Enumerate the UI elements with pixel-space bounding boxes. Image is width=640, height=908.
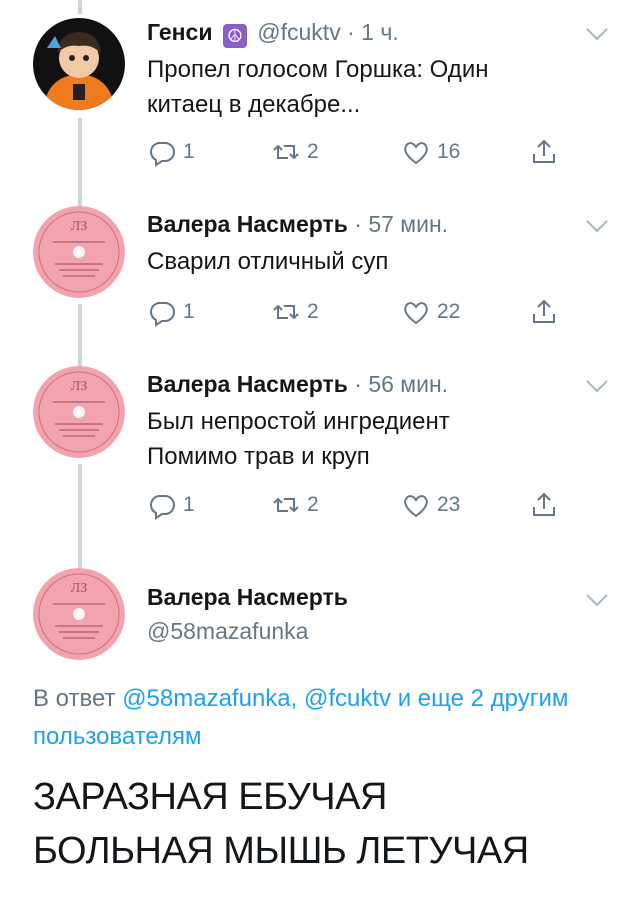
retweet-button[interactable]: 2 xyxy=(271,294,319,330)
like-count: 16 xyxy=(437,140,461,163)
tweet-time[interactable]: · 1 ч. xyxy=(347,19,399,45)
like-icon xyxy=(404,302,428,325)
avatar[interactable]: ЛЗ xyxy=(33,206,125,298)
avatar-cartoon-image xyxy=(33,18,125,110)
thread-line-2 xyxy=(78,304,82,366)
author-name[interactable]: Валера Насмерть xyxy=(147,584,348,610)
retweet-button[interactable]: 2 xyxy=(271,487,319,523)
chevron-down-icon[interactable] xyxy=(584,26,610,42)
author-handle[interactable]: @fcuktv xyxy=(257,19,340,45)
tweet-text-line: Сварил отличный суп xyxy=(147,248,389,275)
reply-context: В ответ @58mazafunka, @fcuktv и еще 2 др… xyxy=(33,680,613,756)
tweet-text-line: китаец в декабре... xyxy=(147,91,361,118)
tweet-time[interactable]: · 56 мин. xyxy=(354,371,448,397)
focused-text-line: ЗАРАЗНАЯ ЕБУЧАЯ xyxy=(33,776,387,818)
tweet-header: Валера Насмерть xyxy=(147,584,348,611)
like-icon xyxy=(404,495,428,518)
retweet-count: 2 xyxy=(307,493,319,516)
reply-button[interactable]: 1 xyxy=(147,134,195,170)
share-button[interactable] xyxy=(529,134,565,170)
reply-icon xyxy=(150,495,175,520)
tweet-header: Валера Насмерть · 56 мин. xyxy=(147,371,448,398)
chevron-down-icon[interactable] xyxy=(584,592,610,608)
thread-line-3 xyxy=(78,464,82,568)
reply-count: 1 xyxy=(183,300,195,323)
chevron-down-icon[interactable] xyxy=(584,218,610,234)
retweet-button[interactable]: 2 xyxy=(271,134,319,170)
like-button[interactable]: 23 xyxy=(401,487,460,523)
tweet-text: Сварил отличный суп xyxy=(147,244,388,279)
share-button[interactable] xyxy=(529,487,565,523)
author-name[interactable]: Валера Насмерть xyxy=(147,371,348,397)
author-name[interactable]: Валера Насмерть xyxy=(147,211,348,237)
retweet-icon xyxy=(273,144,299,160)
reply-icon xyxy=(150,142,175,167)
svg-text:ЛЗ: ЛЗ xyxy=(71,379,88,394)
share-icon xyxy=(533,139,555,163)
tweet-actions: 1 2 23 xyxy=(147,487,577,523)
tweet-header: Генси ☮ @fcuktv · 1 ч. xyxy=(147,19,399,48)
reply-count: 1 xyxy=(183,493,195,516)
tweet-header: Валера Насмерть · 57 мин. xyxy=(147,211,448,238)
chevron-down-icon[interactable] xyxy=(584,378,610,394)
like-count: 23 xyxy=(437,493,461,516)
retweet-icon xyxy=(273,497,299,513)
reply-icon xyxy=(150,302,175,327)
retweet-count: 2 xyxy=(307,140,319,163)
share-icon xyxy=(533,492,555,516)
avatar-record-label-image: ЛЗ xyxy=(33,568,125,660)
avatar[interactable] xyxy=(33,18,125,110)
like-button[interactable]: 16 xyxy=(401,134,460,170)
like-count: 22 xyxy=(437,300,461,323)
author-handle[interactable]: @58mazafunka xyxy=(147,618,308,645)
svg-text:ЛЗ: ЛЗ xyxy=(71,581,88,596)
tweet-text: Был непростой ингредиент Помимо трав и к… xyxy=(147,404,450,474)
tweet-text-line: Пропел голосом Горшка: Один xyxy=(147,56,489,83)
tweet-actions: 1 2 22 xyxy=(147,294,577,330)
retweet-count: 2 xyxy=(307,300,319,323)
reply-prefix: В ответ xyxy=(33,685,116,712)
avatar-record-label-image: ЛЗ xyxy=(33,366,125,458)
share-button[interactable] xyxy=(529,294,565,330)
tweet-text-line: Был непростой ингредиент xyxy=(147,408,450,435)
reply-mentions-link[interactable]: @58mazafunka, @fcuktv xyxy=(122,685,391,712)
avatar[interactable]: ЛЗ xyxy=(33,366,125,458)
like-button[interactable]: 22 xyxy=(401,294,460,330)
tweet-text-line: Помимо трав и круп xyxy=(147,443,370,470)
reply-button[interactable]: 1 xyxy=(147,294,195,330)
share-icon xyxy=(533,299,555,323)
focused-tweet-text: ЗАРАЗНАЯ ЕБУЧАЯ БОЛЬНАЯ МЫШЬ ЛЕТУЧАЯ xyxy=(33,770,623,878)
tweet-time[interactable]: · 57 мин. xyxy=(354,211,448,237)
thread-line-top xyxy=(78,0,82,14)
like-icon xyxy=(404,142,428,165)
reply-button[interactable]: 1 xyxy=(147,487,195,523)
thread-line-1 xyxy=(78,118,82,206)
peace-icon: ☮ xyxy=(222,24,247,48)
reply-count: 1 xyxy=(183,140,195,163)
tweet-actions: 1 2 16 xyxy=(147,134,577,170)
focused-text-line: БОЛЬНАЯ МЫШЬ ЛЕТУЧАЯ xyxy=(33,830,529,872)
avatar-record-label-image: ЛЗ xyxy=(33,206,125,298)
avatar[interactable]: ЛЗ xyxy=(33,568,125,660)
author-name[interactable]: Генси xyxy=(147,19,213,45)
tweet-text: Пропел голосом Горшка: Один китаец в дек… xyxy=(147,52,488,122)
retweet-icon xyxy=(273,304,299,320)
svg-text:ЛЗ: ЛЗ xyxy=(71,219,88,234)
